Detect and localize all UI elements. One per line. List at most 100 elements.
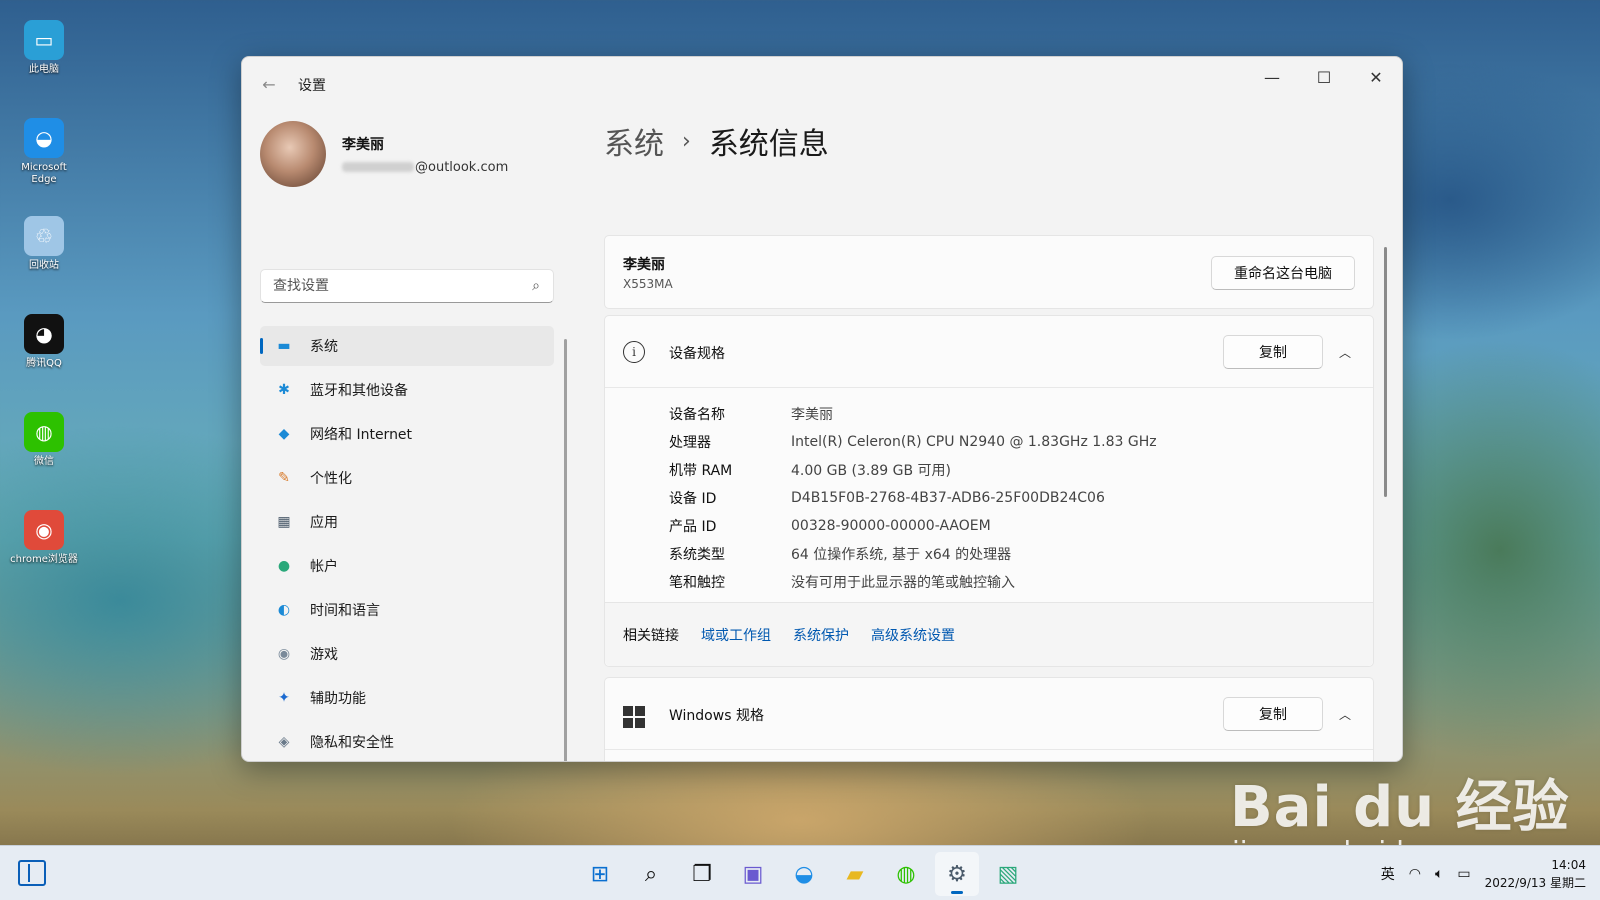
gaming-icon: ◉ <box>277 646 291 662</box>
paint-icon[interactable]: ▧ <box>986 852 1030 896</box>
system-tray: 英 ◠ 🔈︎ ▭ 14:04 2022/9/13 星期二 <box>1381 846 1600 900</box>
file-explorer-icon[interactable]: ▰ <box>833 852 877 896</box>
edge-icon[interactable]: ◒ <box>782 852 826 896</box>
profile-name: 李美丽 <box>342 136 384 153</box>
page-title: 系统信息 <box>708 127 829 162</box>
title-bar: ← 设置 — ☐ ✕ <box>242 57 1402 109</box>
clock-time: 14:04 <box>1551 857 1586 872</box>
sidebar-item-label: 辅助功能 <box>310 691 366 707</box>
profile-email: @outlook.com <box>342 160 508 175</box>
right-pane: 系统 › 系统信息 李美丽 X553MA 重命名这台电脑 i 设备规格 复制 ︿… <box>604 109 1374 761</box>
pc-name: 李美丽 <box>623 257 665 273</box>
back-arrow-icon[interactable]: ← <box>258 73 280 95</box>
spec-row: 产品 ID 00328-90000-00000-AAOEM <box>669 512 1157 540</box>
spec-key: 处理器 <box>669 435 711 451</box>
sidebar-item-9[interactable]: ◈ 隐私和安全性 <box>260 722 554 761</box>
blurred-email-prefix <box>342 162 414 172</box>
close-button[interactable]: ✕ <box>1350 57 1402 97</box>
sidebar-item-label: 隐私和安全性 <box>310 735 394 751</box>
recycle-bin-icon: ♲ <box>24 216 64 256</box>
maximize-button[interactable]: ☐ <box>1298 57 1350 97</box>
volume-icon[interactable]: 🔈︎ <box>1435 866 1443 882</box>
spec-key: 笔和触控 <box>669 575 725 591</box>
desktop-icon-item[interactable]: ◕ 腾讯QQ <box>8 314 80 406</box>
content-scrollbar[interactable] <box>1384 247 1387 497</box>
breadcrumb: 系统 › 系统信息 <box>604 119 829 163</box>
window-controls: — ☐ ✕ <box>1246 57 1402 97</box>
account-icon: ● <box>277 558 291 574</box>
desktop-icon-item[interactable]: ◉ chrome浏览器 <box>8 510 80 602</box>
minimize-button[interactable]: — <box>1246 57 1298 97</box>
sidebar-item-1[interactable]: ✱ 蓝牙和其他设备 <box>260 370 554 410</box>
chevron-up-icon[interactable]: ︿ <box>1335 342 1355 362</box>
personalization-icon: ✎ <box>278 470 290 486</box>
user-profile[interactable]: 李美丽 @outlook.com <box>260 121 508 187</box>
spec-value: D4B15F0B-2768-4B37-ADB6-25F00DB24C06 <box>791 490 1105 506</box>
task-view-icon[interactable]: ❐ <box>680 852 724 896</box>
windows-specs-title: Windows 规格 <box>669 708 764 724</box>
settings-gear-icon[interactable]: ⚙ <box>935 852 979 896</box>
widgets-icon[interactable] <box>18 860 46 886</box>
ime-indicator[interactable]: 英 <box>1381 864 1395 884</box>
settings-window: ← 设置 — ☐ ✕ 李美丽 @outlook.com ⌕ ▬ 系统 ✱ 蓝牙和其他设… <box>241 56 1403 762</box>
wechat-icon[interactable]: ◍ <box>884 852 928 896</box>
spec-row: 设备名称 李美丽 <box>669 400 1157 428</box>
windows-start-icon[interactable]: ⊞ <box>578 852 622 896</box>
spec-value: 64 位操作系统, 基于 x64 的处理器 <box>791 547 1012 563</box>
sidebar-item-2[interactable]: ◆ 网络和 Internet <box>260 414 554 454</box>
pc-name-card: 李美丽 X553MA 重命名这台电脑 <box>604 235 1374 309</box>
breadcrumb-parent[interactable]: 系统 <box>604 119 664 163</box>
sidebar-item-label: 游戏 <box>310 647 338 663</box>
battery-icon[interactable]: ▭ <box>1457 866 1470 882</box>
search-icon[interactable]: ⌕ <box>629 852 673 896</box>
spec-value: 没有可用于此显示器的笔或触控输入 <box>791 575 1015 591</box>
privacy-shield-icon: ◈ <box>278 734 290 750</box>
related-link[interactable]: 高级系统设置 <box>871 625 955 645</box>
copy-windows-specs-button[interactable]: 复制 <box>1223 697 1323 731</box>
sidebar-item-7[interactable]: ◉ 游戏 <box>260 634 554 674</box>
taskbar-apps: ⊞ ⌕ ❐ ▣ ◒ ▰ ◍ ⚙ ▧ <box>578 852 1037 896</box>
desktop-icon-item[interactable]: ▭ 此电脑 <box>8 20 80 112</box>
taskbar: ⊞ ⌕ ❐ ▣ ◒ ▰ ◍ ⚙ ▧ 英 ◠ 🔈︎ ▭ 14:04 2022/9/13 星期二 <box>0 845 1600 900</box>
related-link[interactable]: 域或工作组 <box>701 625 771 645</box>
sidebar-item-3[interactable]: ✎ 个性化 <box>260 458 554 498</box>
sidebar-item-4[interactable]: ▦ 应用 <box>260 502 554 542</box>
chat-icon[interactable]: ▣ <box>731 852 775 896</box>
qq-icon: ◕ <box>24 314 64 354</box>
sidebar-item-label: 网络和 Internet <box>310 427 413 443</box>
pc-model: X553MA <box>623 277 673 291</box>
wifi-icon[interactable]: ◠ <box>1409 866 1421 882</box>
sidebar-item-8[interactable]: ✦ 辅助功能 <box>260 678 554 718</box>
spec-value: 4.00 GB (3.89 GB 可用) <box>791 463 951 479</box>
search-input[interactable] <box>261 278 519 294</box>
windows-specs-header[interactable]: Windows 规格 复制 ︿ <box>605 678 1373 750</box>
desktop-icon-item[interactable]: ◒ Microsoft Edge <box>8 118 80 210</box>
spec-row: 笔和触控 没有可用于此显示器的笔或触控输入 <box>669 568 1157 596</box>
sidebar-item-0[interactable]: ▬ 系统 <box>260 326 554 366</box>
sidebar-item-label: 应用 <box>310 515 338 531</box>
avatar <box>260 121 326 187</box>
sidebar-item-5[interactable]: ● 帐户 <box>260 546 554 586</box>
chevron-up-icon[interactable]: ︿ <box>1335 704 1355 724</box>
spec-row: 系统类型 64 位操作系统, 基于 x64 的处理器 <box>669 540 1157 568</box>
sidebar-item-label: 系统 <box>310 339 338 355</box>
desktop-icon-label: Microsoft Edge <box>21 162 67 185</box>
search-box[interactable]: ⌕ <box>260 269 554 303</box>
desktop-icon-label: 微信 <box>34 456 54 467</box>
device-specs-title: 设备规格 <box>669 346 725 362</box>
sidebar-item-label: 个性化 <box>310 471 352 487</box>
search-icon[interactable]: ⌕ <box>519 278 553 294</box>
left-pane: 李美丽 @outlook.com ⌕ ▬ 系统 ✱ 蓝牙和其他设备 ◆ 网络和 Inter… <box>242 109 572 761</box>
copy-device-specs-button[interactable]: 复制 <box>1223 335 1323 369</box>
spec-key: 设备名称 <box>669 407 725 423</box>
breadcrumb-separator: › <box>682 128 691 154</box>
sidebar-item-6[interactable]: ◐ 时间和语言 <box>260 590 554 630</box>
desktop-icon-item[interactable]: ♲ 回收站 <box>8 216 80 308</box>
rename-pc-button[interactable]: 重命名这台电脑 <box>1211 256 1355 290</box>
desktop-icon-item[interactable]: ◍ 微信 <box>8 412 80 504</box>
related-link[interactable]: 系统保护 <box>793 625 849 645</box>
sidebar-scrollbar[interactable] <box>564 339 567 761</box>
device-specs-header[interactable]: i 设备规格 复制 ︿ <box>605 316 1373 388</box>
time-language-icon: ◐ <box>277 602 291 618</box>
clock[interactable]: 14:04 2022/9/13 星期二 <box>1485 856 1586 892</box>
